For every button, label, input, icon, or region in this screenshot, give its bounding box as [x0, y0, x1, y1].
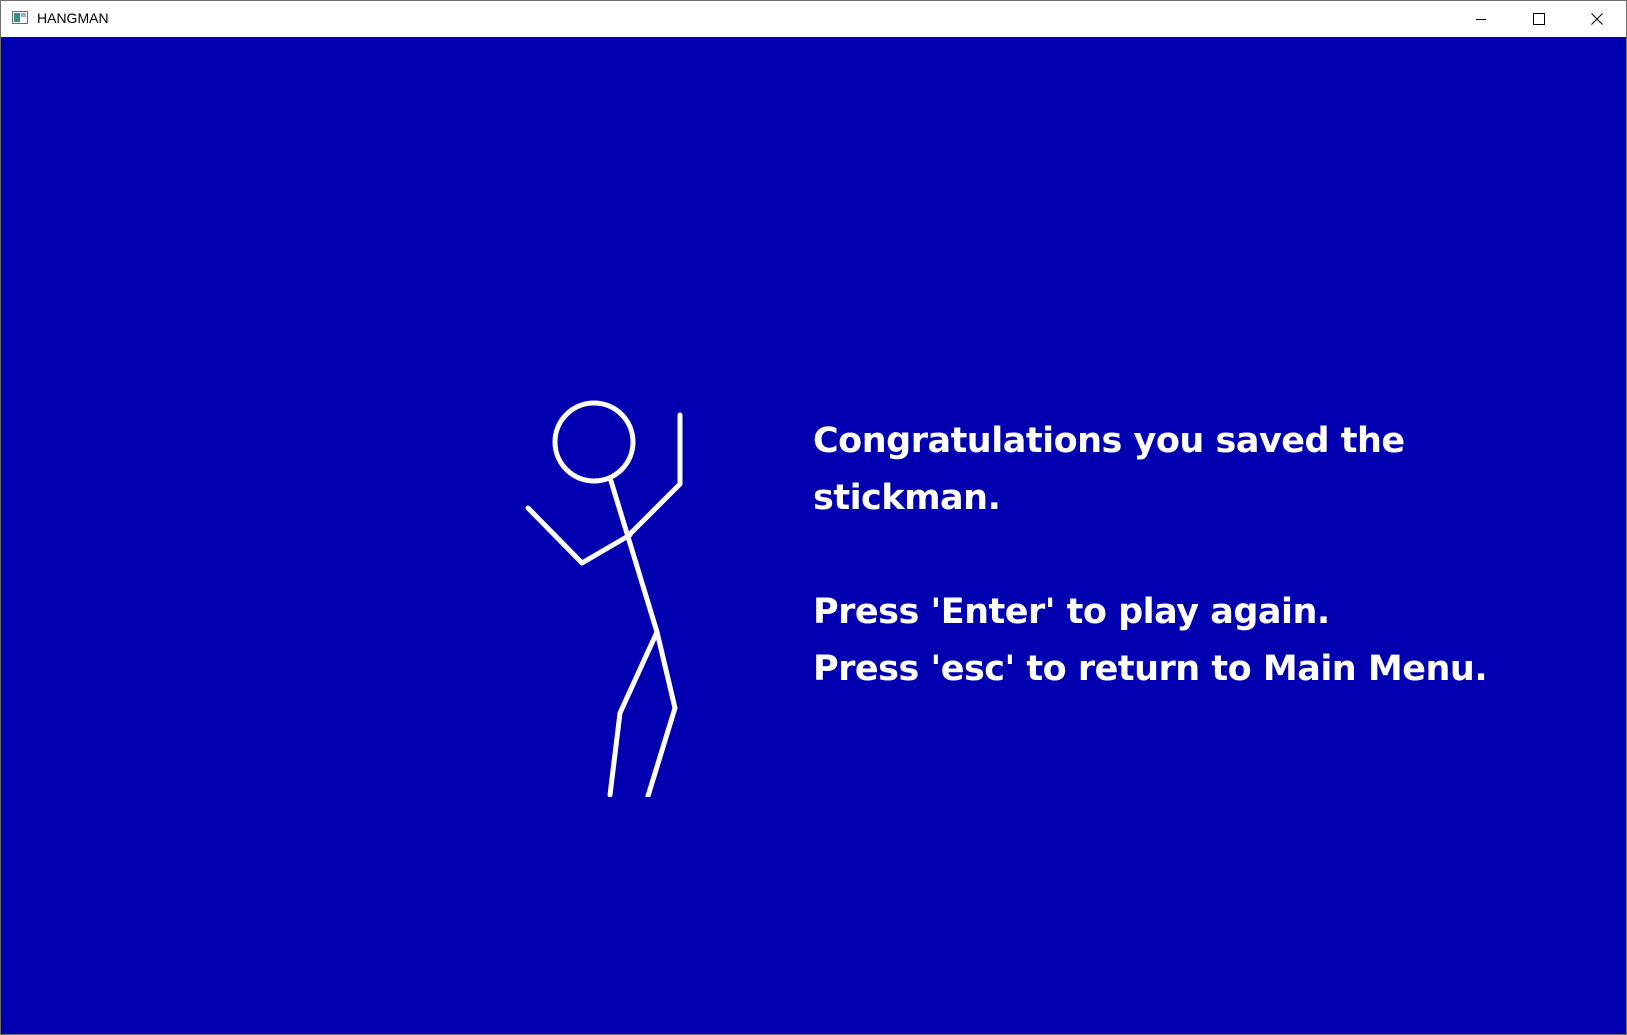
- close-icon: [1591, 13, 1603, 25]
- main-menu-instruction: Press 'esc' to return to Main Menu.: [813, 649, 1488, 689]
- congrats-line-2: stickman.: [813, 478, 1001, 518]
- play-again-instruction: Press 'Enter' to play again.: [813, 592, 1330, 632]
- stickman-left-leg: [607, 629, 660, 797]
- maximize-icon: [1533, 13, 1545, 25]
- win-message: Congratulations you saved the stickman. …: [813, 413, 1488, 698]
- stickman-figure: [525, 400, 683, 797]
- maximize-button[interactable]: [1510, 1, 1568, 37]
- app-window: HANGMAN Congratulations you saved the st…: [0, 0, 1627, 1035]
- game-canvas: Congratulations you saved the stickman. …: [1, 37, 1626, 1034]
- message-spacer: [813, 527, 1453, 584]
- stickman-right-arm: [625, 412, 683, 539]
- stickman-head: [552, 400, 636, 484]
- stickman-body: [608, 478, 660, 635]
- stickman-left-arm: [525, 505, 633, 566]
- minimize-icon: [1476, 19, 1486, 20]
- window-title: HANGMAN: [37, 10, 109, 26]
- title-bar[interactable]: HANGMAN: [1, 1, 1626, 37]
- stickman-right-leg: [645, 629, 678, 797]
- minimize-button[interactable]: [1452, 1, 1510, 37]
- congrats-line-1: Congratulations you saved the: [813, 421, 1405, 461]
- app-icon: [12, 11, 28, 24]
- close-button[interactable]: [1568, 1, 1626, 37]
